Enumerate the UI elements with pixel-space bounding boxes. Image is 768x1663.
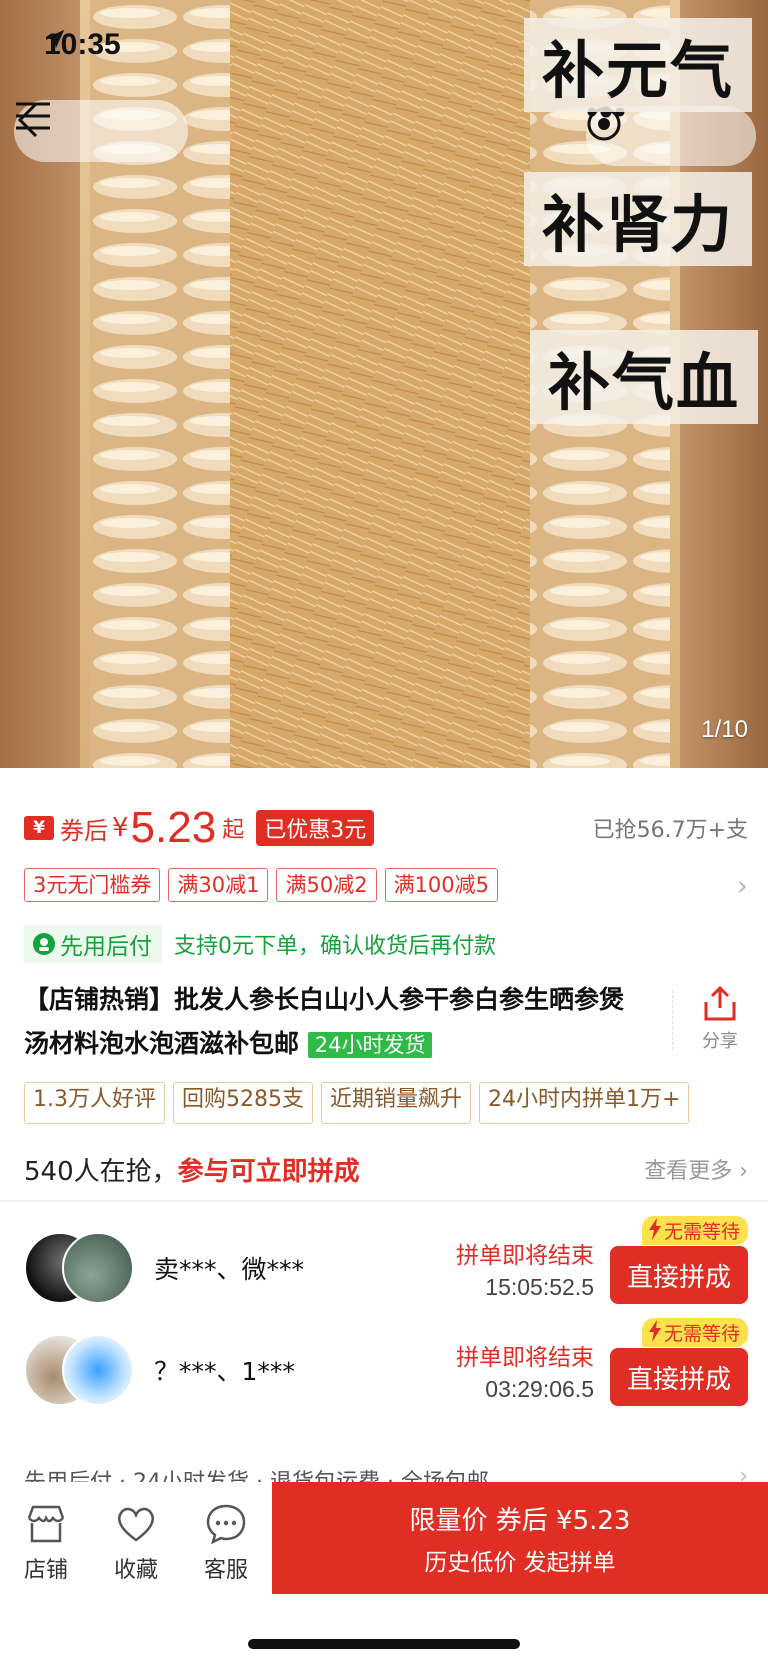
share-icon bbox=[704, 985, 736, 1021]
highlight-tags: 1.3万人好评 回购5285支 近期销量飙升 24小时内拼单1万+ bbox=[24, 1082, 768, 1124]
countdown-time: 15:05:52.5 bbox=[485, 1273, 594, 1300]
grabbing-count: 540人在抢， bbox=[24, 1156, 178, 1187]
store-label: 店铺 bbox=[23, 1558, 68, 1583]
no-wait-label: 无需等待 bbox=[663, 1221, 740, 1243]
bottom-action-bar: 店铺 收藏 客服 限量价 券后 ¥5.23 历史低价 发起拼单 bbox=[0, 1482, 768, 1663]
join-group: 直接拼成 无需等待 bbox=[610, 1318, 748, 1406]
highlight-tag: 近期销量飙升 bbox=[321, 1082, 472, 1124]
highlight-tag: 回购5285支 bbox=[173, 1082, 313, 1124]
customer-service-button[interactable]: 客服 bbox=[186, 1502, 266, 1584]
location-arrow-icon bbox=[45, 29, 65, 49]
no-wait-badge: 无需等待 bbox=[641, 1318, 748, 1347]
coupon-badge-icon: ¥ bbox=[24, 816, 54, 840]
grabbing-cta: 参与可立即拼成 bbox=[177, 1156, 360, 1187]
pay-later-badge: 先用后付 bbox=[24, 925, 162, 963]
menu-icon[interactable] bbox=[14, 100, 52, 132]
product-title: 【店铺热销】批发人参长白山小人参干参白参生晒参煲汤材料泡水泡酒滋补包邮 24小时… bbox=[24, 978, 644, 1067]
favorite-button[interactable]: 收藏 bbox=[96, 1502, 176, 1584]
favorite-label: 收藏 bbox=[113, 1558, 158, 1583]
avatar bbox=[62, 1334, 134, 1406]
nav-pill bbox=[14, 100, 188, 162]
join-group-button[interactable]: 直接拼成 bbox=[610, 1246, 748, 1304]
avatar-group bbox=[24, 1334, 144, 1406]
sold-count: 已抢56.7万+支 bbox=[592, 818, 748, 843]
pay-later-row: 先用后付 支持0元下单，确认收货后再付款 bbox=[24, 924, 748, 964]
group-member-names: 卖***、微*** bbox=[154, 1255, 305, 1284]
price-amount: 5.23 bbox=[130, 803, 217, 852]
view-more-link[interactable]: 查看更多 › bbox=[644, 1153, 748, 1185]
pay-later-label: 先用后付 bbox=[60, 934, 152, 960]
pay-later-text: 支持0元下单，确认收货后再付款 bbox=[174, 934, 496, 959]
countdown-label: 拼单即将结束 bbox=[456, 1242, 594, 1269]
pay-later-icon bbox=[33, 933, 55, 955]
home-indicator bbox=[248, 1639, 520, 1649]
buy-action-line: 历史低价 发起拼单 bbox=[424, 1549, 616, 1576]
service-label: 客服 bbox=[203, 1558, 248, 1583]
group-buy-row: ？***、1*** 拼单即将结束 03:29:06.5 直接拼成 无需等待 bbox=[24, 1318, 748, 1410]
store-button[interactable]: 店铺 bbox=[6, 1502, 86, 1584]
no-wait-label: 无需等待 bbox=[663, 1323, 740, 1345]
coupon[interactable]: 满100减5 bbox=[384, 868, 499, 902]
status-bar-time: 10:35 bbox=[44, 28, 121, 61]
coupon[interactable]: 满30减1 bbox=[168, 868, 269, 902]
group-countdown: 拼单即将结束 03:29:06.5 bbox=[456, 1338, 594, 1403]
grabbing-row[interactable]: 540人在抢， 参与可立即拼成 查看更多 › bbox=[24, 1146, 748, 1192]
start-group-buy-button[interactable]: 限量价 券后 ¥5.23 历史低价 发起拼单 bbox=[272, 1482, 768, 1594]
join-group-button[interactable]: 直接拼成 bbox=[610, 1348, 748, 1406]
heart-icon bbox=[118, 1507, 154, 1542]
highlight-tag: 1.3万人好评 bbox=[24, 1082, 165, 1124]
coupon[interactable]: 满50减2 bbox=[276, 868, 377, 902]
section-divider bbox=[0, 1200, 768, 1202]
chat-icon bbox=[206, 1504, 246, 1545]
discount-badge: 已优惠3元 bbox=[256, 810, 375, 846]
group-member-names: ？***、1*** bbox=[154, 1357, 295, 1386]
after-coupon-label: 券后 bbox=[60, 816, 108, 845]
lightning-icon bbox=[648, 1320, 661, 1342]
countdown-label: 拼单即将结束 bbox=[456, 1344, 594, 1371]
avatar-group bbox=[24, 1232, 144, 1304]
countdown-time: 03:29:06.5 bbox=[485, 1375, 594, 1402]
lightning-icon bbox=[648, 1218, 661, 1240]
image-counter: 1/10 bbox=[701, 716, 748, 743]
miniprogram-capsule bbox=[586, 106, 756, 166]
avatar bbox=[62, 1232, 134, 1304]
overlay-text: 补肾力 bbox=[524, 172, 753, 266]
chevron-right-icon[interactable]: › bbox=[737, 869, 748, 902]
no-wait-badge: 无需等待 bbox=[641, 1216, 748, 1245]
price-suffix: 起 bbox=[222, 818, 245, 843]
shipping-tag: 24小时发货 bbox=[307, 1032, 433, 1058]
price-row: ¥ 券后 ¥ 5.23 起 已优惠3元 已抢56.7万+支 bbox=[24, 800, 748, 856]
share-button[interactable]: 分享 bbox=[690, 985, 750, 1053]
divider bbox=[672, 990, 673, 1050]
join-group: 直接拼成 无需等待 bbox=[610, 1216, 748, 1304]
group-countdown: 拼单即将结束 15:05:52.5 bbox=[456, 1236, 594, 1301]
buy-price-line: 限量价 券后 ¥5.23 bbox=[409, 1505, 631, 1536]
coupon-list[interactable]: 3元无门槛券 满30减1 满50减2 满100减5 › bbox=[24, 866, 748, 904]
overlay-text: 补元气 bbox=[524, 18, 753, 112]
coupon[interactable]: 3元无门槛券 bbox=[24, 868, 161, 902]
group-buy-row: 卖***、微*** 拼单即将结束 15:05:52.5 直接拼成 无需等待 bbox=[24, 1216, 748, 1308]
share-label: 分享 bbox=[702, 1031, 738, 1052]
highlight-tag: 24小时内拼单1万+ bbox=[479, 1082, 690, 1124]
currency-symbol: ¥ bbox=[112, 813, 129, 843]
overlay-text: 补气血 bbox=[530, 330, 759, 424]
product-image[interactable]: 10:35 补元气 补肾力 补气血 1/10 bbox=[0, 0, 768, 768]
store-icon bbox=[27, 1505, 65, 1543]
